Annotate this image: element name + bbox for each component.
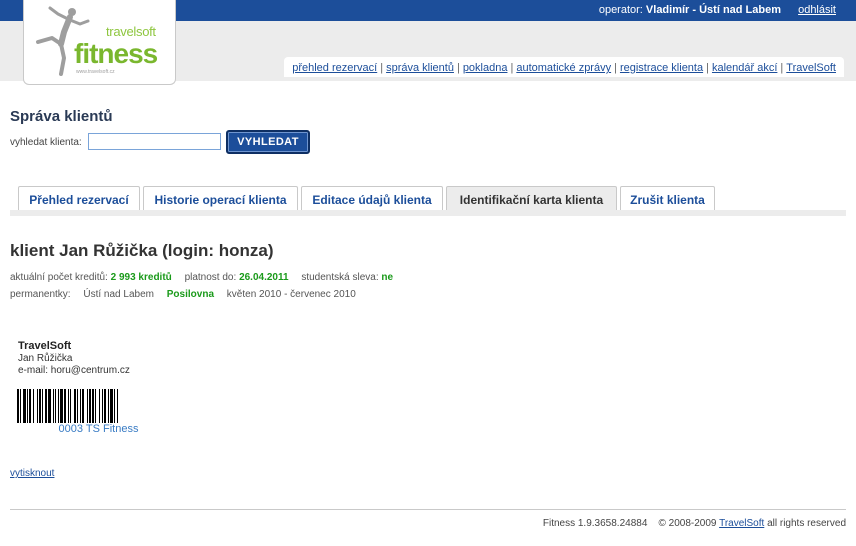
nav-separator: | bbox=[614, 62, 617, 74]
search-label: vyhledat klienta: bbox=[10, 137, 82, 148]
print-link[interactable]: vytisknout bbox=[10, 468, 54, 479]
nav-cash-desk[interactable]: pokladna bbox=[463, 62, 508, 74]
logo-fitness-text: fitness bbox=[74, 38, 158, 69]
nav-separator: | bbox=[706, 62, 709, 74]
student-discount-label: studentská sleva: bbox=[301, 272, 379, 283]
nav-travelsoft[interactable]: TravelSoft bbox=[786, 62, 836, 74]
footer-divider bbox=[10, 509, 846, 510]
footer-rights: all rights reserved bbox=[767, 518, 846, 529]
tab-edit-client[interactable]: Editace údajů klienta bbox=[301, 186, 443, 210]
operator-info: operator: Vladimír - Ústí nad Labem odhl… bbox=[599, 4, 836, 16]
logo[interactable]: travelsoft fitness www.travelsoft.cz bbox=[23, 0, 176, 85]
client-passes-row: permanentky: Ústí nad Labem Posilovna kv… bbox=[10, 289, 356, 300]
operator-name: Vladimír - Ústí nad Labem bbox=[645, 4, 782, 16]
card-email: e-mail: horu@centrum.cz bbox=[18, 365, 130, 376]
operator-label: operator: bbox=[598, 4, 643, 16]
logo-tagline: www.travelsoft.cz bbox=[76, 69, 115, 75]
credits-label: aktuální počet kreditů: bbox=[10, 272, 108, 283]
pass-type: Posilovna bbox=[166, 289, 215, 300]
barcode-caption: 0003 TS Fitness bbox=[58, 423, 139, 435]
validity-value: 26.04.2011 bbox=[239, 272, 289, 283]
footer: Fitness 1.9.3658.24884 © 2008-2009 Trave… bbox=[543, 518, 846, 529]
card-client-name: Jan Růžička bbox=[18, 353, 73, 364]
nav-client-registration[interactable]: registrace klienta bbox=[620, 62, 703, 74]
footer-company-link[interactable]: TravelSoft bbox=[719, 518, 764, 529]
client-info-row: aktuální počet kreditů: 2 993 kreditů pl… bbox=[10, 272, 393, 283]
client-heading: klient Jan Růžička (login: honza) bbox=[10, 241, 274, 260]
tab-operations-history[interactable]: Historie operací klienta bbox=[143, 186, 298, 210]
nav-client-management[interactable]: správa klientů bbox=[386, 62, 454, 74]
nav-event-calendar[interactable]: kalendář akcí bbox=[712, 62, 777, 74]
pass-period: květen 2010 - červenec 2010 bbox=[226, 289, 356, 300]
nav-separator: | bbox=[456, 62, 460, 74]
footer-version: Fitness 1.9.3658.24884 bbox=[542, 518, 648, 529]
nav-separator: | bbox=[380, 62, 384, 74]
barcode-icon bbox=[17, 389, 118, 423]
nav-separator: | bbox=[780, 62, 784, 74]
client-search-input[interactable] bbox=[88, 133, 221, 150]
tab-identification-card[interactable]: Identifikační karta klienta bbox=[446, 186, 617, 210]
pass-location: Ústí nad Labem bbox=[83, 289, 154, 300]
page-title: Správa klientů bbox=[10, 108, 113, 125]
footer-copyright: © 2008-2009 bbox=[658, 518, 717, 529]
client-id-card: TravelSoft Jan Růžička e-mail: horu@cent… bbox=[18, 340, 188, 376]
main-nav: přehled rezervací | správa klientů | pokladn… bbox=[284, 57, 844, 77]
logo-travelsoft-text: travelsoft bbox=[106, 24, 156, 39]
tab-cancel-client[interactable]: Zrušit klienta bbox=[620, 186, 715, 210]
tab-reservations-overview[interactable]: Přehled rezervací bbox=[18, 186, 140, 210]
logout-link[interactable]: odhlásit bbox=[798, 4, 836, 16]
passes-label: permanentky: bbox=[10, 289, 71, 300]
card-company: TravelSoft bbox=[18, 340, 72, 352]
validity-label: platnost do: bbox=[184, 272, 237, 283]
credits-value: 2 993 kreditů bbox=[110, 272, 172, 283]
search-button[interactable]: VYHLEDAT bbox=[226, 130, 310, 154]
nav-reservations-overview[interactable]: přehled rezervací bbox=[292, 62, 377, 74]
tabs-underline bbox=[10, 210, 846, 216]
student-discount-value: ne bbox=[381, 272, 394, 283]
nav-separator: | bbox=[510, 62, 514, 74]
nav-automatic-messages[interactable]: automatické zprávy bbox=[516, 62, 611, 74]
